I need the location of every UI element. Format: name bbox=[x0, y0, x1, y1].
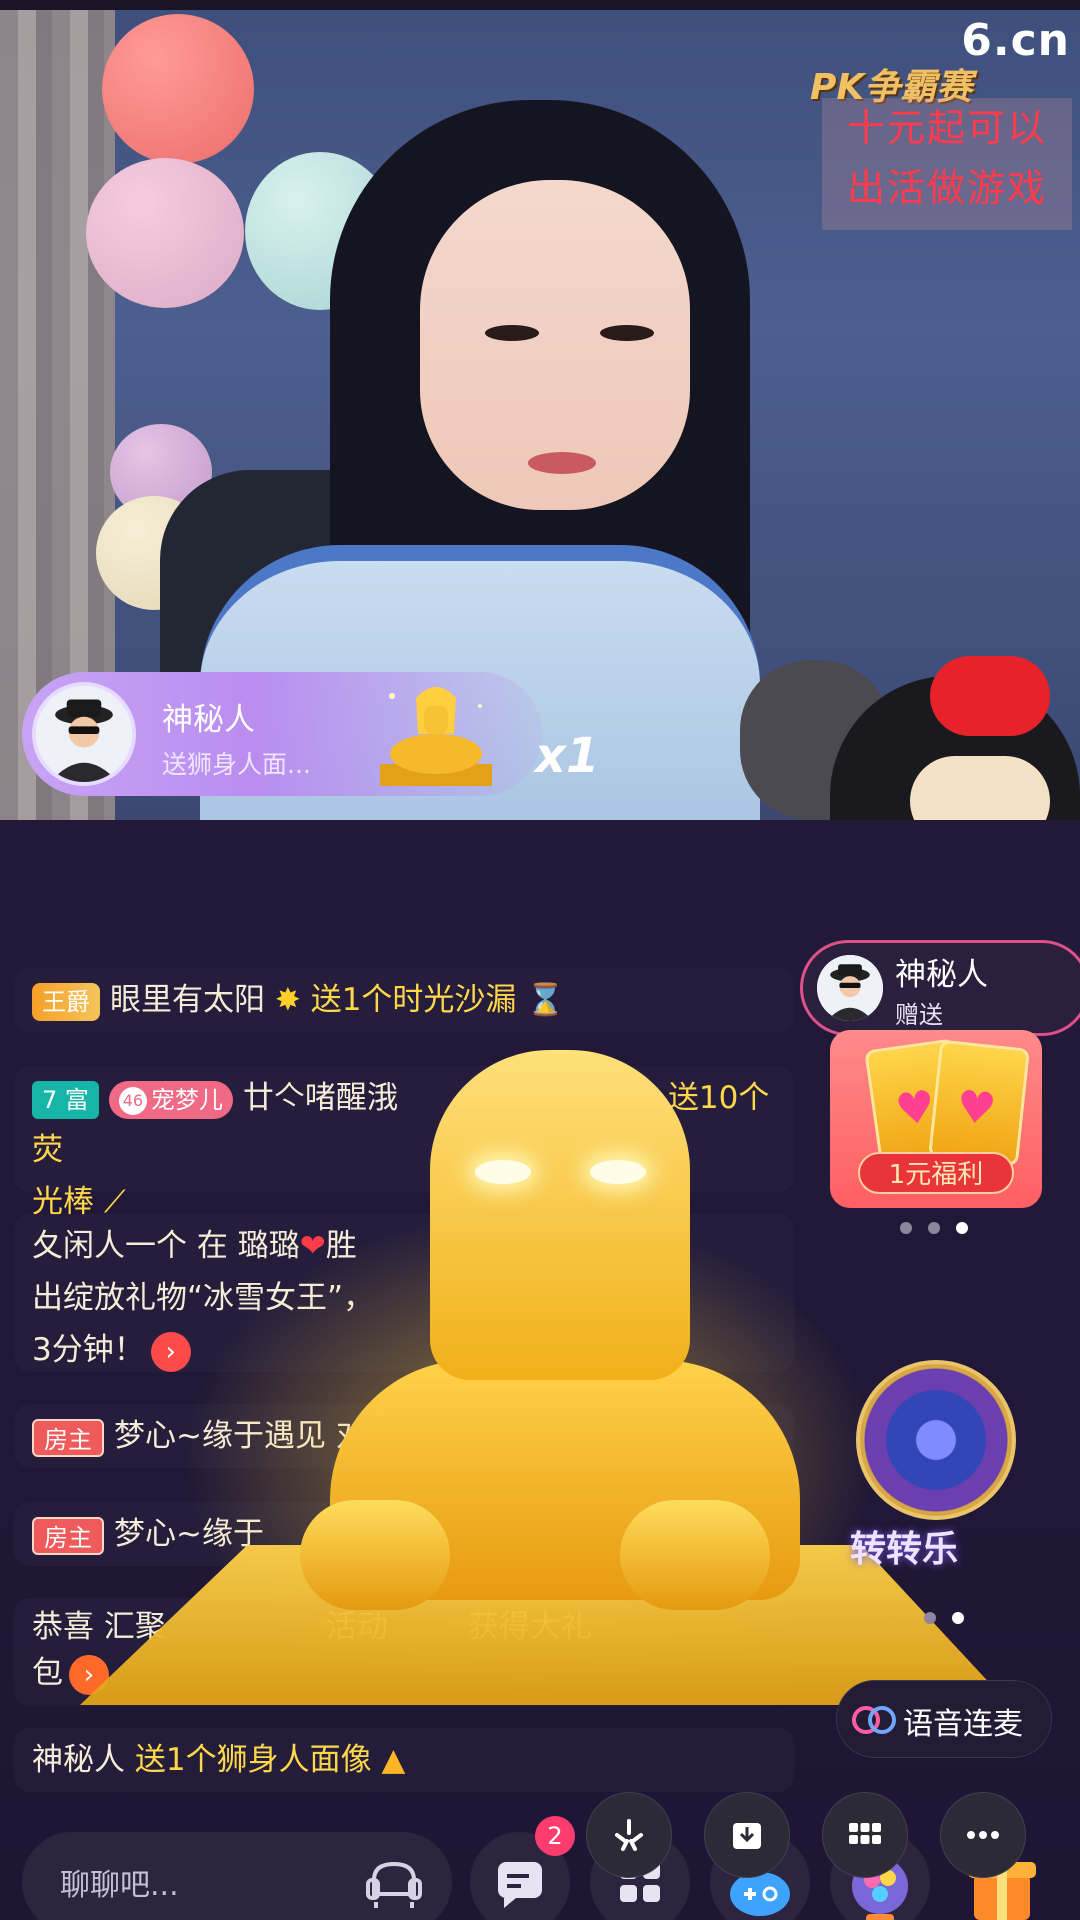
download-button[interactable] bbox=[704, 1792, 790, 1878]
carousel-dot[interactable] bbox=[900, 1222, 912, 1234]
system-text: 活动 bbox=[325, 1609, 388, 1645]
system-text: 包 bbox=[32, 1655, 63, 1691]
sparkle-icon: ✸ bbox=[274, 982, 301, 1018]
pet-level: 46 bbox=[118, 1086, 147, 1115]
wheel-label[interactable]: 转转乐 bbox=[850, 1520, 958, 1572]
system-text: 3分钟！ bbox=[32, 1332, 145, 1368]
sphinx-gift-icon bbox=[380, 687, 492, 786]
carousel-dot[interactable] bbox=[928, 1222, 940, 1234]
promo-line-1: 十元起可以 bbox=[846, 106, 1047, 150]
streamer-eye bbox=[485, 325, 539, 341]
coin-icon: 帅 bbox=[676, 1417, 717, 1458]
message-badge: 2 bbox=[535, 1816, 575, 1856]
sparkle-button[interactable] bbox=[586, 1792, 672, 1878]
chat-username[interactable]: 廿亽啫醒涐 bbox=[243, 1080, 398, 1116]
chat-text: 梦心~缘于遇见 对 bbox=[114, 1418, 367, 1454]
sender-action: 赠送 bbox=[895, 1001, 943, 1029]
system-text: 恭喜 汇聚 bbox=[32, 1609, 166, 1645]
balloon bbox=[86, 158, 244, 308]
plush-face bbox=[910, 756, 1050, 820]
status-strip bbox=[0, 0, 1080, 10]
pet-name: 宠梦儿 bbox=[150, 1085, 223, 1114]
gift-sender-card[interactable]: 神秘人 赠送 bbox=[800, 940, 1080, 1036]
chat-message[interactable]: 房主 梦心~缘于遇见 对 帅 bbox=[14, 1404, 794, 1468]
chat-username[interactable]: 神秘人 bbox=[32, 1742, 125, 1778]
system-text: “限时 bbox=[534, 1280, 613, 1316]
gift-count: x1 bbox=[535, 728, 600, 784]
host-badge: 房主 bbox=[32, 1418, 104, 1457]
spy-avatar-icon bbox=[817, 955, 883, 1021]
sender-avatar[interactable] bbox=[817, 955, 883, 1021]
grid-icon bbox=[849, 1823, 881, 1844]
carousel-dot-active[interactable] bbox=[952, 1612, 964, 1624]
system-text: 出绽放礼物“冰雪女王”， bbox=[32, 1280, 375, 1316]
promo-board: 十元起可以 出活做游戏 bbox=[822, 98, 1072, 230]
streamer-eye bbox=[600, 325, 654, 341]
plush-bow bbox=[930, 656, 1050, 736]
promo-line-2: 出活做游戏 bbox=[846, 166, 1047, 210]
balloon bbox=[102, 14, 254, 164]
carousel-dots bbox=[924, 1612, 964, 1624]
lucky-wheel-icon[interactable] bbox=[856, 1360, 1016, 1520]
hourglass-icon: ⌛ bbox=[526, 982, 565, 1018]
chat-username[interactable]: 眼里有太阳 bbox=[110, 982, 265, 1018]
chat-action: 送1个时光沙漏 bbox=[310, 982, 517, 1018]
heart-icon: ❤ bbox=[299, 1228, 326, 1264]
chat-message[interactable]: 房主 梦心~缘于 bbox=[14, 1502, 794, 1566]
system-text: 间拆 bbox=[606, 1228, 669, 1264]
chevron-right-icon[interactable]: › bbox=[69, 1654, 109, 1695]
gift-banner[interactable]: 神秘人 送狮身人面... bbox=[22, 672, 542, 796]
pet-badge: 46 宠梦儿 bbox=[108, 1080, 233, 1119]
card-icon: ♥ bbox=[928, 1039, 1030, 1167]
chat-message[interactable]: 神秘人 送1个狮身人面像 ▲ bbox=[14, 1728, 794, 1792]
grid-button[interactable] bbox=[822, 1792, 908, 1878]
gift-sender-name: 神秘人 bbox=[162, 702, 255, 738]
streamer-lips bbox=[528, 452, 596, 474]
voice-link-label: 语音连麦 bbox=[903, 1707, 1023, 1742]
chat-text: 梦心~缘于 bbox=[114, 1516, 264, 1552]
chat-message[interactable]: 恭喜 汇聚 活动 获得大礼 包 › bbox=[14, 1598, 794, 1706]
site-logo: 6.cn bbox=[961, 15, 1070, 66]
carousel-dot-active[interactable] bbox=[956, 1222, 968, 1234]
system-text: 夂闲人一个 在 璐璐 bbox=[32, 1228, 300, 1264]
welfare-label: 1元福利 bbox=[858, 1152, 1014, 1194]
carousel-dots bbox=[900, 1222, 968, 1234]
welfare-banner[interactable]: ♥ ♥ 1元福利 bbox=[830, 1030, 1042, 1208]
system-text: 胜 bbox=[325, 1228, 357, 1264]
chevron-right-icon[interactable]: › bbox=[150, 1331, 191, 1372]
chat-message[interactable]: 夂闲人一个 在 璐璐❤胜 间拆 出绽放礼物“冰雪女王”， “限时 3分钟！ › bbox=[14, 1214, 794, 1372]
gift-description: 送狮身人面... bbox=[162, 750, 311, 779]
sender-avatar[interactable] bbox=[32, 682, 136, 786]
rich-level-badge: 7 富 bbox=[32, 1080, 99, 1119]
chat-message[interactable]: 王爵 眼里有太阳 ✸ 送1个时光沙漏 ⌛ bbox=[14, 968, 794, 1032]
sofa-icon[interactable] bbox=[362, 1850, 426, 1914]
heart-icon: ♥ bbox=[953, 1080, 999, 1136]
sphinx-mini-icon: ▲ bbox=[381, 1742, 406, 1778]
carousel-dot[interactable] bbox=[924, 1612, 936, 1624]
sender-name: 神秘人 bbox=[895, 957, 988, 993]
chat-action: 送1个狮身人面像 bbox=[134, 1742, 372, 1778]
sparkle-icon bbox=[615, 1819, 643, 1851]
host-badge: 房主 bbox=[32, 1516, 104, 1555]
more-icon bbox=[967, 1831, 999, 1839]
voice-link-button[interactable]: 语音连麦 bbox=[836, 1680, 1052, 1758]
vip-badge: 王爵 bbox=[32, 982, 100, 1021]
chat-input-placeholder: 聊聊吧... bbox=[60, 1868, 179, 1903]
more-button[interactable] bbox=[940, 1792, 1026, 1878]
spy-avatar-icon bbox=[36, 686, 132, 782]
live-video[interactable]: 6.cn PK争霸赛 十元起可以 出活做游戏 神秘人 送狮身人面... x1 bbox=[0, 0, 1080, 820]
link-rings-icon bbox=[852, 1706, 896, 1734]
system-text: 获得大礼 bbox=[467, 1609, 592, 1645]
download-icon bbox=[733, 1823, 761, 1849]
chat-message[interactable]: 7 富 46 宠梦儿 廿亽啫醒涐 送10个荧 光棒 ⟋ bbox=[14, 1066, 794, 1220]
